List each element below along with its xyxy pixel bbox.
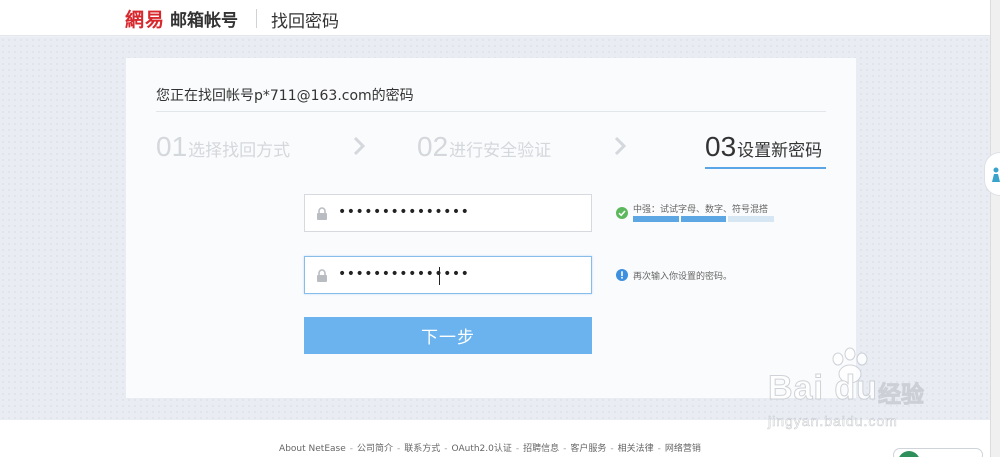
footer-link[interactable]: 相关法律 [618,444,654,454]
chevron-right-icon [614,136,627,156]
footer-separator: - [515,444,520,454]
netease-logo[interactable]: 網易 邮箱帐号 [125,6,239,31]
logo-product: 邮箱帐号 [170,10,239,31]
footer-separator: - [349,444,353,454]
lock-icon [317,269,327,282]
card-title: 您正在找回帐号p*711@163.com的密码 [156,88,414,104]
check-circle-icon [616,207,628,219]
strength-segment [728,216,775,222]
footer-link[interactable]: 网络营销 [665,444,701,454]
lock-icon [317,207,327,220]
text-caret [439,267,440,285]
new-password-input[interactable]: ••••••••••••••• [304,194,592,232]
corner-badge[interactable] [893,448,983,457]
badge-icon [898,451,920,457]
step-number: 01 [156,131,188,162]
baidu-jingyan-watermark: Bai du 经验 jingyan.baidu.com [760,345,960,440]
confirm-password-hint: 再次输入你设置的密码。 [633,272,733,282]
watermark-brand: Bai du [768,369,878,408]
watermark-cn: 经验 [878,382,925,409]
password-value: ••••••••••••••• [338,204,470,220]
footer-link[interactable]: 招聘信息 [523,444,559,454]
next-step-button[interactable]: 下一步 [304,317,592,354]
chevron-right-icon [353,136,366,156]
footer-links: About NetEase - 公司简介 - 联系方式 - OAuth2.0认证 - 招聘信息 -… [0,441,980,454]
step-number: 02 [417,131,449,162]
step-label: 选择找回方式 [188,141,291,161]
step-choose-method: 01 选择找回方式 [156,131,290,163]
side-feedback-widget[interactable] [984,152,1000,196]
header-divider [256,9,257,28]
logo-brand: 網易 [125,8,166,31]
page-title: 找回密码 [271,12,339,32]
step-label: 设置新密码 [737,141,823,161]
strength-segment [633,216,679,222]
password-strength-hint: 中强：试试字母、数字、符号混搭 [633,205,769,215]
watermark-url: jingyan.baidu.com [768,413,898,430]
password-strength-meter [633,216,775,222]
footer-separator: - [657,444,661,454]
confirm-password-input[interactable]: ••••••••••••••• [304,256,592,294]
footer-link[interactable]: 客户服务 [570,444,606,454]
person-icon [992,167,1000,182]
vertical-scrollbar[interactable] [990,0,1000,457]
footer-link[interactable]: 联系方式 [404,444,440,454]
top-header: 網易 邮箱帐号 找回密码 [0,0,990,36]
active-step-indicator [705,167,826,169]
strength-segment [680,216,727,222]
footer-separator: - [444,444,448,454]
footer-separator: - [610,444,614,454]
step-security-verify: 02 进行安全验证 [417,131,551,163]
step-set-new-password: 03 设置新密码 [705,131,822,163]
footer-link[interactable]: OAuth2.0认证 [452,444,512,454]
footer-link[interactable]: About NetEase [279,444,346,454]
confirm-password-value: ••••••••••••••• [338,266,470,282]
footer-separator: - [397,444,401,454]
recovery-card: 您正在找回帐号p*711@163.com的密码 01 选择找回方式 02 进行安… [126,58,856,398]
card-divider [156,111,826,112]
step-number: 03 [705,131,737,162]
footer-separator: - [563,444,567,454]
info-circle-icon [616,269,628,281]
footer-link[interactable]: 公司简介 [357,444,393,454]
step-label: 进行安全验证 [449,141,552,161]
